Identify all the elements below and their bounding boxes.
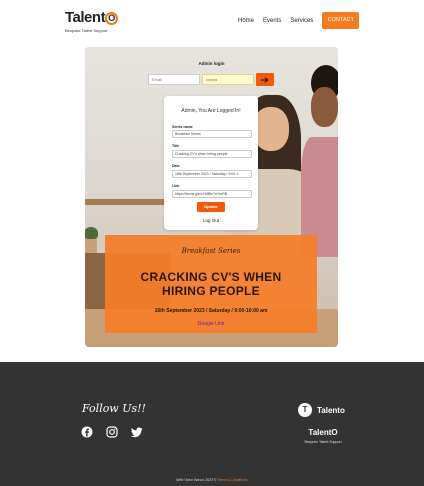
event-title-line2: HIRING PEOPLE: [162, 284, 260, 298]
update-button[interactable]: Update: [197, 202, 225, 212]
logout-link[interactable]: Log Out: [164, 218, 258, 223]
instagram-icon[interactable]: [106, 426, 118, 438]
nav-home[interactable]: Home: [238, 13, 254, 29]
logo-o: O: [105, 12, 119, 25]
series-name-label: Series name: [172, 125, 193, 129]
hero-person-face: [253, 107, 289, 151]
date-input[interactable]: 16th September 2023 / Saturday / 9:00-1: [172, 170, 252, 178]
link-input[interactable]: https://forms.gle/xYMBfn7eYmRB: [172, 190, 252, 198]
password-input[interactable]: [202, 74, 254, 85]
site-header: Talent O Bespoke Talent Support Home Even…: [0, 0, 424, 42]
footer-logo-badge: T: [298, 403, 312, 417]
footer-logo-word: Talento: [317, 405, 345, 415]
title-label: Title: [172, 144, 180, 148]
event-panel: Breakfast Series CRACKING CV'S WHEN HIRI…: [105, 235, 317, 333]
site-logo[interactable]: Talent O Bespoke Talent Support: [65, 9, 119, 33]
logo-wordmark: Talent O: [65, 9, 119, 27]
hero-plant: [85, 227, 98, 239]
event-title-line1: CRACKING CV'S WHEN: [140, 270, 282, 284]
contact-button[interactable]: CONTACT: [322, 12, 360, 29]
hero-person2-face: [311, 87, 338, 127]
event-date: 16th September 2023 / Saturday / 9:00-10…: [154, 308, 268, 314]
logged-in-card: Admin, You Are Logged In! Series name Br…: [164, 96, 258, 230]
email-input[interactable]: [148, 74, 200, 85]
event-title: CRACKING CV'S WHEN HIRING PEOPLE: [105, 270, 317, 298]
event-google-link[interactable]: Google Link: [105, 321, 317, 327]
terms-link[interactable]: Terms & Conditions: [217, 478, 247, 482]
logged-in-title: Admin, You Are Logged In!: [181, 108, 241, 114]
footer-tagline: Bespoke Talent Support: [304, 440, 342, 444]
main-nav: Home Events Services CONTACT: [238, 12, 360, 29]
twitter-icon[interactable]: [131, 426, 143, 438]
hero-shelf: [85, 199, 170, 205]
facebook-icon[interactable]: [81, 426, 93, 438]
nav-events[interactable]: Events: [263, 13, 281, 29]
logo-text: Talent: [65, 9, 106, 26]
footer-logo[interactable]: T Talento: [298, 403, 345, 417]
site-footer: Follow Us!! T Talento TalentO Bespoke Ta…: [0, 362, 424, 486]
event-series: Breakfast Series: [181, 247, 241, 255]
date-label: Date: [172, 164, 180, 168]
follow-us-heading: Follow Us!!: [82, 402, 146, 415]
arrow-right-icon: [261, 76, 269, 83]
copyright-text: Web Victor Banco 2023 ©: [176, 478, 218, 482]
link-label: Link: [172, 184, 180, 188]
admin-login-title: Admin login: [198, 61, 225, 66]
footer-copyright: Web Victor Banco 2023 © Terms & Conditio…: [0, 478, 424, 482]
login-submit-button[interactable]: [256, 73, 274, 86]
series-name-input[interactable]: Breakfast Series: [172, 130, 252, 138]
title-input[interactable]: Cracking CV's when hiring people: [172, 150, 252, 158]
page: Talent O Bespoke Talent Support Home Even…: [0, 0, 424, 486]
nav-services[interactable]: Services: [290, 13, 313, 29]
footer-brand-name: TalentO: [308, 428, 338, 437]
logo-tagline: Bespoke Talent Support: [65, 28, 108, 33]
